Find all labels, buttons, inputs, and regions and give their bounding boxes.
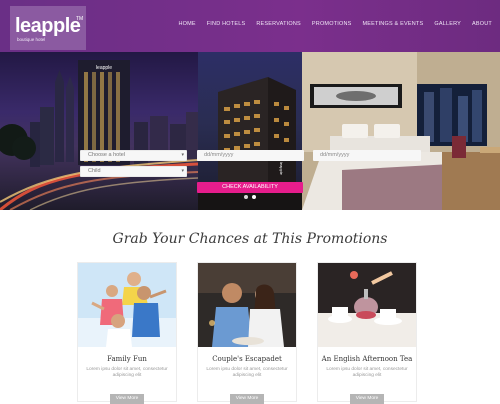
hotel-sign: leapple [96,65,112,71]
logo-trademark: TM [76,16,84,22]
afternoon-tea-photo [318,263,416,347]
child-select-value: Child [88,168,101,174]
promotions-heading: Grab Your Chances at This Promotions [112,231,388,247]
site-header: leapple TM boutique hotel HOME FIND HOTE… [0,0,500,52]
city-skyline-illustration: leapple [0,60,198,210]
logo-text: leapple [15,15,81,37]
check-availability-button[interactable]: CHECK AVAILABILITY [197,182,303,193]
card-description: Lorem ipsu dolor sit amet, consectetur a… [326,367,408,378]
couple-photo [198,263,296,347]
nav-reservations[interactable]: RESERVATIONS [256,20,301,28]
checkout-date-field[interactable]: dd/mm/yyyy [313,150,421,161]
view-more-button[interactable]: View More [350,394,384,404]
hotel-room-illustration [302,52,500,210]
nav-find-hotels[interactable]: FIND HOTELS [207,20,246,28]
card-title: Family Fun [107,355,147,363]
nav-meetings-events[interactable]: MEETINGS & EVENTS [363,20,424,28]
carousel-indicators [244,195,256,199]
chevron-down-icon: ▾ [181,152,184,158]
couple-illustration [198,263,296,347]
carousel-dot-active[interactable] [252,195,256,199]
nav-gallery[interactable]: GALLERY [434,20,461,28]
main-nav: HOME FIND HOTELS RESERVATIONS PROMOTIONS… [178,20,492,28]
child-select[interactable]: Child ▾ [80,166,187,177]
card-title: An English Afternoon Tea [321,355,413,363]
checkout-date-placeholder: dd/mm/yyyy [320,152,350,158]
family-photo [78,263,176,347]
promo-card-couple: Couple's Escapadet Lorem ipsu dolor sit … [197,262,297,404]
hero-city-night-image: leapple [0,52,198,210]
brand-logo[interactable]: leapple TM boutique hotel [10,6,86,50]
nav-about[interactable]: ABOUT [472,20,492,28]
card-description: Lorem ipsu dolor sit amet, consectetur a… [206,367,288,378]
tea-illustration [318,263,416,347]
view-more-button[interactable]: View More [230,394,264,404]
family-illustration [78,263,176,347]
carousel-dot[interactable] [244,195,248,199]
checkin-date-placeholder: dd/mm/yyyy [204,152,234,158]
logo-subtitle: boutique hotel [17,37,46,42]
promo-card-afternoon-tea: An English Afternoon Tea Lorem ipsu dolo… [317,262,417,404]
promo-card-family: Family Fun Lorem ipsu dolor sit amet, co… [77,262,177,404]
hotel-select[interactable]: Choose a hotel ▾ [80,150,187,161]
card-title: Couple's Escapadet [212,355,282,363]
card-description: Lorem ipsu dolor sit amet, consectetur a… [86,367,168,378]
checkin-date-field[interactable]: dd/mm/yyyy [197,150,304,161]
hotel-select-value: Choose a hotel [88,152,125,158]
nav-home[interactable]: HOME [178,20,195,28]
nav-promotions[interactable]: PROMOTIONS [312,20,352,28]
view-more-button[interactable]: View More [110,394,144,404]
chevron-down-icon: ▾ [181,168,184,174]
hero-hotel-room-image [302,52,500,210]
hotel-vertical-sign: leapple [279,162,284,176]
